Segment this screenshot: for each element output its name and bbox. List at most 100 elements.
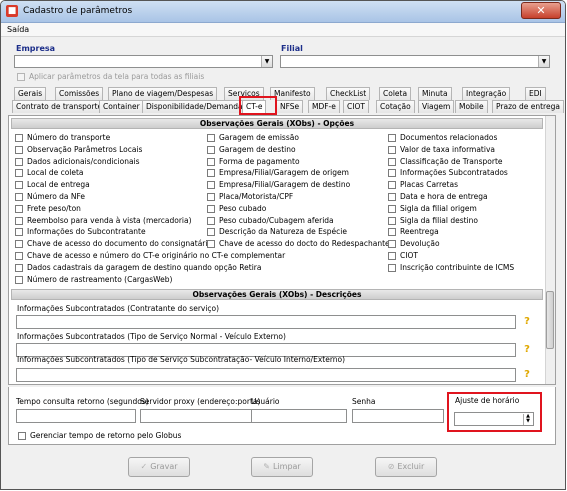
senha-input[interactable]: [352, 409, 444, 423]
help-icon[interactable]: ?: [522, 370, 532, 380]
option-label: Chave de acesso e número do CT-e originá…: [27, 251, 286, 260]
option-checkbox[interactable]: [15, 216, 23, 225]
gravar-button[interactable]: ✓ Gravar: [128, 457, 190, 477]
option-checkbox[interactable]: [388, 145, 396, 154]
cte-tab-highlight: [239, 96, 277, 115]
option-label: Peso cubado/Cubagem aferida: [219, 215, 334, 225]
tab-gerais[interactable]: Gerais: [14, 87, 47, 100]
tempo-input[interactable]: [16, 409, 136, 423]
option-checkbox[interactable]: [15, 204, 23, 213]
option-checkbox[interactable]: [207, 181, 215, 190]
option-checkbox[interactable]: [388, 228, 396, 237]
desc-input-3[interactable]: [16, 368, 516, 382]
option-checkbox[interactable]: [15, 252, 23, 260]
option-checkbox[interactable]: [15, 240, 23, 249]
option-checkbox[interactable]: [207, 193, 215, 201]
tab-ciot[interactable]: CIOT: [343, 100, 369, 113]
option-checkbox[interactable]: [15, 169, 23, 178]
usuario-input[interactable]: [251, 409, 347, 423]
option-checkbox[interactable]: [388, 157, 396, 166]
tempo-label: Tempo consulta retorno (segundos): [16, 397, 149, 406]
tab-integracao[interactable]: Integração: [462, 87, 511, 100]
tab-minuta[interactable]: Minuta: [418, 87, 452, 100]
tab-contrato-transporte[interactable]: Contrato de transporte: [12, 100, 107, 113]
option-label: Reembolso para venda à vista (mercadoria…: [27, 215, 192, 225]
tab-nfse[interactable]: NFSe: [276, 100, 304, 113]
tabs-row-2: Contrato de transporte Container Disponi…: [1, 100, 565, 114]
gerenciar-label: Gerenciar tempo de retorno pelo Globus: [30, 431, 182, 440]
tab-prazo-entrega[interactable]: Prazo de entrega: [492, 100, 564, 113]
help-icon[interactable]: ?: [522, 317, 532, 327]
tab-cotacao[interactable]: Cotação: [376, 100, 415, 113]
option-checkbox[interactable]: [15, 263, 23, 272]
scroll-thumb[interactable]: [546, 291, 554, 349]
aplicar-checkbox[interactable]: [17, 73, 25, 81]
option-checkbox[interactable]: [15, 228, 23, 237]
tab-mdfe[interactable]: MDF-e: [308, 100, 340, 113]
option-checkbox[interactable]: [388, 216, 396, 225]
option-checkbox[interactable]: [15, 157, 23, 166]
option-checkbox[interactable]: [207, 134, 215, 142]
tab-plano-viagem[interactable]: Plano de viagem/Despesas: [108, 87, 218, 100]
option-checkbox[interactable]: [388, 134, 396, 142]
option-checkbox[interactable]: [15, 275, 23, 284]
tab-disponibilidade[interactable]: Disponibilidade/Demanda: [142, 100, 247, 113]
tab-checklist[interactable]: CheckList: [326, 87, 371, 100]
tab-mobile[interactable]: Mobile: [455, 100, 488, 113]
option-checkbox[interactable]: [388, 204, 396, 213]
option-checkbox[interactable]: [388, 263, 396, 272]
option-checkbox[interactable]: [388, 252, 396, 260]
option-checkbox[interactable]: [15, 134, 23, 142]
option-label: Informações do Subcontratante: [27, 227, 146, 237]
empresa-select[interactable]: ▼: [14, 55, 273, 68]
option-checkbox[interactable]: [207, 228, 215, 237]
chevron-down-icon[interactable]: ▼: [261, 56, 272, 67]
option-label: Data e hora de entrega: [400, 192, 488, 201]
option-checkbox[interactable]: [207, 169, 215, 178]
option-checkbox[interactable]: [15, 145, 23, 154]
eraser-icon: ✎: [263, 462, 270, 471]
ajuste-highlight: [447, 392, 542, 432]
option-checkbox[interactable]: [388, 240, 396, 249]
menu-saida[interactable]: Saída: [7, 25, 29, 34]
option-checkbox[interactable]: [207, 240, 215, 249]
section-descricoes-header: Observações Gerais (XObs) - Descrições: [11, 289, 543, 300]
chevron-down-icon[interactable]: ▼: [538, 56, 549, 67]
option-label: Descrição da Natureza de Espécie: [219, 227, 347, 237]
tab-comissoes[interactable]: Comissões: [55, 87, 104, 100]
tab-container[interactable]: Container: [99, 100, 144, 113]
empresa-label: Empresa: [16, 44, 56, 53]
option-label: Forma de pagamento: [219, 156, 300, 166]
option-checkbox[interactable]: [388, 169, 396, 178]
option-checkbox[interactable]: [388, 193, 396, 201]
option-checkbox[interactable]: [388, 181, 396, 190]
close-icon[interactable]: ✕: [521, 2, 561, 19]
check-icon: ✓: [140, 462, 148, 471]
option-checkbox[interactable]: [15, 193, 23, 201]
option-checkbox[interactable]: [207, 216, 215, 225]
gerenciar-checkbox[interactable]: [18, 432, 26, 440]
option-label: Dados adicionais/condicionais: [27, 156, 140, 166]
help-icon[interactable]: ?: [522, 345, 532, 355]
option-checkbox[interactable]: [207, 157, 215, 166]
panel-scrollbar[interactable]: [545, 116, 555, 384]
usuario-label: Usuário: [251, 397, 280, 406]
app-icon: ■: [6, 5, 18, 17]
option-label: Inscrição contribuinte de ICMS: [400, 262, 515, 272]
section-opcoes-header: Observações Gerais (XObs) - Opções: [11, 118, 543, 129]
excluir-label: Excluir: [397, 462, 425, 471]
option-label: Chave de acesso do documento do consigna…: [27, 239, 213, 249]
tab-viagem[interactable]: Viagem: [418, 100, 455, 113]
option-checkbox[interactable]: [207, 204, 215, 213]
option-checkbox[interactable]: [15, 181, 23, 190]
tab-coleta[interactable]: Coleta: [379, 87, 412, 100]
filial-select[interactable]: ▼: [280, 55, 550, 68]
desc-input-1[interactable]: [16, 315, 516, 329]
proxy-input[interactable]: [140, 409, 252, 423]
limpar-button[interactable]: ✎ Limpar: [251, 457, 313, 477]
option-label: Empresa/Filial/Garagem de destino: [219, 180, 351, 190]
excluir-button[interactable]: ⊘ Excluir: [375, 457, 437, 477]
option-label: Observação Parâmetros Locais: [27, 144, 143, 154]
option-checkbox[interactable]: [207, 145, 215, 154]
tab-edi[interactable]: EDI: [525, 87, 546, 100]
